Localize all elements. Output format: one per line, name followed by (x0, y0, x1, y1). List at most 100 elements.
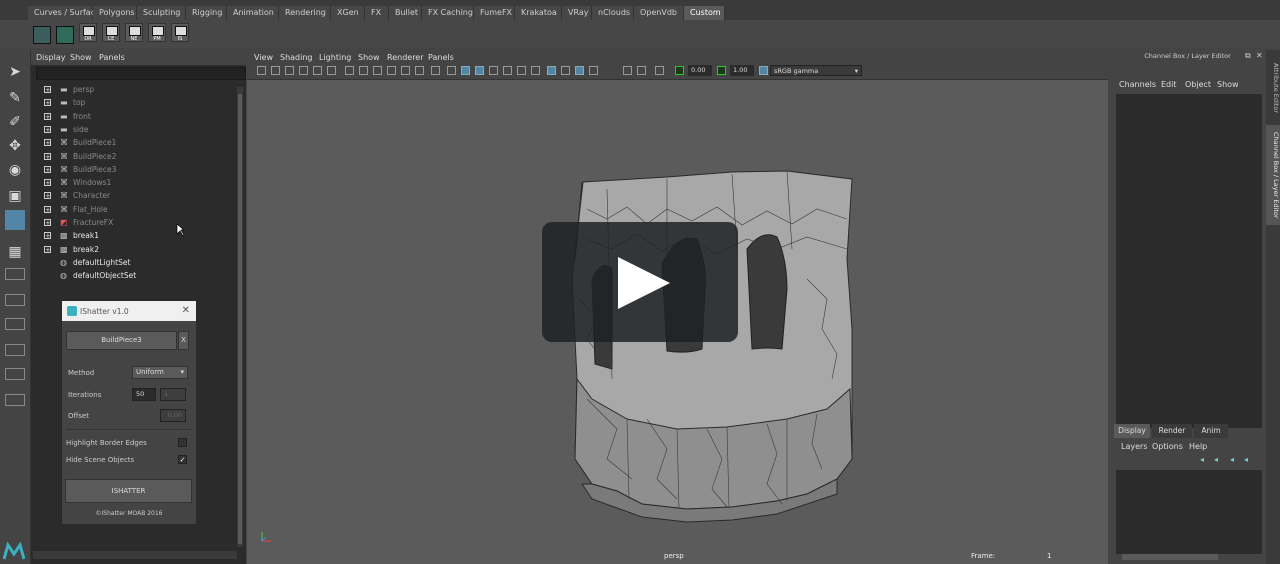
expand-icon[interactable]: + (44, 125, 51, 133)
isolate-icon[interactable] (415, 66, 424, 75)
iterations-slider[interactable]: 1 (160, 388, 186, 401)
layout-hypershade-icon[interactable] (5, 368, 25, 380)
motion-blur-icon[interactable] (655, 66, 664, 75)
wireframe-on-shaded-icon[interactable] (475, 66, 484, 75)
outliner-item[interactable]: + ⌘ Windows1 (31, 177, 231, 189)
new-layer-icon[interactable]: ◂ (1244, 455, 1248, 464)
gamma-icon[interactable] (717, 66, 726, 75)
video-play-button[interactable] (542, 222, 738, 342)
outliner-hscrollbar[interactable] (33, 551, 237, 559)
outliner-item[interactable]: + ▩ break1 (31, 230, 231, 242)
new-layer-selected-icon[interactable]: ◂ (1230, 455, 1234, 464)
outliner-menu-display[interactable]: Display (36, 53, 66, 62)
tab-display[interactable]: Display (1114, 424, 1150, 438)
clear-object-button[interactable]: X (178, 331, 189, 350)
shelf-tab[interactable]: Krakatoa (515, 6, 562, 20)
outliner-item[interactable]: + ▬ side (31, 124, 231, 136)
color-management-icon[interactable] (759, 66, 768, 75)
shelf-tab[interactable]: FumeFX (474, 6, 515, 20)
layer-move-up-icon[interactable]: ◂ (1200, 455, 1204, 464)
antialias-icon[interactable] (623, 66, 632, 75)
outliner-item[interactable]: ◍ defaultObjectSet (31, 270, 231, 282)
grid-toggle-icon[interactable] (313, 66, 322, 75)
ambient-occlusion-icon[interactable] (531, 66, 540, 75)
viewport-menu-renderer[interactable]: Renderer (387, 53, 424, 62)
outliner-item[interactable]: + ▩ break2 (31, 244, 231, 256)
wireframe-icon[interactable] (447, 66, 456, 75)
bookmark-icon[interactable] (285, 66, 294, 75)
tab-render[interactable]: Render (1152, 424, 1192, 438)
close-icon[interactable]: ✕ (182, 305, 190, 316)
shelf-button[interactable]: PM (148, 23, 166, 42)
offset-field[interactable]: 0.00 (160, 409, 186, 422)
expand-icon[interactable]: + (44, 192, 51, 200)
image-plane-icon[interactable] (299, 66, 308, 75)
method-dropdown[interactable]: Uniform ▾ (132, 366, 188, 379)
shelf-tab[interactable]: OpenVdb (634, 6, 684, 20)
expand-icon[interactable]: + (44, 86, 51, 94)
backface-icon[interactable] (589, 66, 598, 75)
layer-menu-options[interactable]: Options (1152, 442, 1183, 451)
gamma-field[interactable]: 1.00 (730, 65, 754, 76)
layout-outliner-icon[interactable] (5, 318, 25, 330)
outliner-item[interactable]: + ⌘ BuildPiece1 (31, 137, 231, 149)
outliner-item[interactable]: + ⌘ Character (31, 190, 231, 202)
outliner-search-input[interactable] (36, 67, 246, 80)
shelf-tab[interactable]: XGen (331, 6, 365, 20)
shelf-tab[interactable]: Rigging (186, 6, 227, 20)
expand-icon[interactable]: + (44, 219, 51, 227)
lights-icon[interactable] (503, 66, 512, 75)
channel-menu-object[interactable]: Object (1185, 80, 1211, 89)
safe-title-icon[interactable] (401, 66, 410, 75)
smooth-shade-icon[interactable] (461, 66, 470, 75)
ishatter-run-button[interactable]: ISHATTER (65, 479, 192, 503)
exposure-icon[interactable] (675, 66, 684, 75)
resolution-gate-icon[interactable] (345, 66, 354, 75)
xray-active-icon[interactable] (575, 66, 584, 75)
rotate-tool-icon[interactable]: ◉ (5, 160, 25, 180)
layer-menu-layers[interactable]: Layers (1121, 442, 1147, 451)
shadows-icon[interactable] (517, 66, 526, 75)
channel-menu-channels[interactable]: Channels (1119, 80, 1156, 89)
shelf-button[interactable]: DR (79, 23, 97, 42)
float-icon[interactable]: ⧉ (1245, 51, 1251, 61)
shelf-tab[interactable]: Curves / Surfaces (28, 6, 104, 20)
viewport-menu-shading[interactable]: Shading (280, 53, 313, 62)
expand-icon[interactable]: + (44, 205, 51, 213)
expand-icon[interactable]: + (44, 179, 51, 187)
layout-graph-icon[interactable] (5, 344, 25, 356)
outliner-item[interactable]: + ◩ FractureFX (31, 217, 231, 229)
shelf-tab[interactable]: VRay (562, 6, 592, 20)
shelf-tab[interactable]: FX (365, 6, 389, 20)
hide-scene-checkbox[interactable]: ✓ (178, 455, 187, 464)
expand-icon[interactable]: + (44, 112, 51, 120)
ishatter-title-bar[interactable]: IShatter v1.0 ✕ (62, 301, 196, 321)
layout-four-icon[interactable] (5, 268, 25, 280)
viewport-menu-show[interactable]: Show (358, 53, 380, 62)
outliner-menu-panels[interactable]: Panels (99, 53, 125, 62)
outliner-item[interactable]: + ▬ top (31, 97, 231, 109)
select-tool-icon[interactable]: ➤ (5, 62, 25, 82)
shelf-tab[interactable]: Polygons (93, 6, 137, 20)
layer-move-down-icon[interactable]: ◂ (1214, 455, 1218, 464)
shelf-button[interactable]: IS (171, 23, 189, 42)
outliner-item[interactable]: + ▬ front (31, 111, 231, 123)
shelf-button[interactable]: CE (102, 23, 120, 42)
last-tool-icon[interactable] (5, 210, 25, 230)
viewport-menu-lighting[interactable]: Lighting (319, 53, 351, 62)
shelf-menu-icon[interactable] (56, 26, 74, 44)
shelf-editor-icon[interactable] (33, 26, 51, 44)
outliner-item[interactable]: + ⌘ BuildPiece2 (31, 151, 231, 163)
outliner-menu-show[interactable]: Show (70, 53, 92, 62)
outliner-item[interactable]: + ⌘ BuildPiece3 (31, 164, 231, 176)
paint-select-icon[interactable]: ✐ (5, 112, 25, 132)
close-icon[interactable]: ✕ (1256, 51, 1263, 60)
camera-select-icon[interactable] (257, 66, 266, 75)
channel-box-tab[interactable]: Channel Box / Layer Editor (1266, 125, 1280, 225)
object-button[interactable]: BuildPiece3 (66, 331, 177, 350)
channel-menu-show[interactable]: Show (1217, 80, 1239, 89)
scale-tool-icon[interactable]: ▣ (5, 186, 25, 206)
textured-icon[interactable] (489, 66, 498, 75)
attribute-editor-tab[interactable]: Attribute Editor (1266, 58, 1280, 118)
shelf-tab[interactable]: nClouds (592, 6, 634, 20)
